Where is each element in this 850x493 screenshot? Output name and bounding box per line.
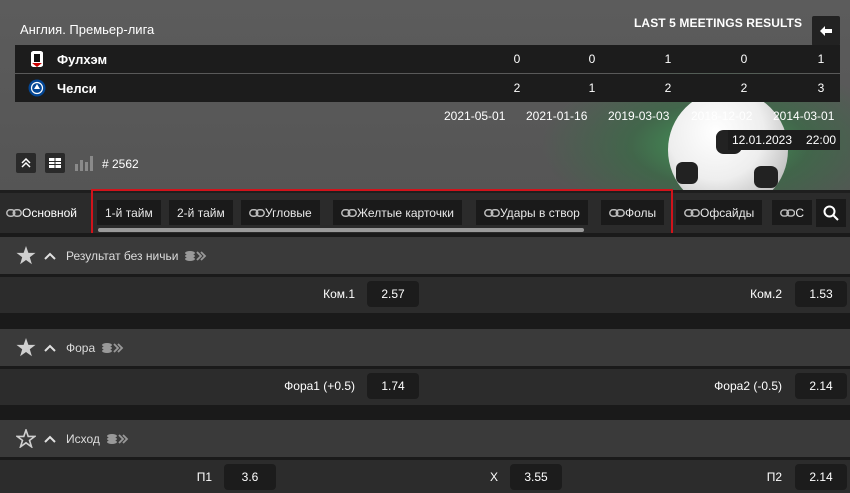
odds-button[interactable]: 2.14 [795, 464, 847, 490]
chevron-up-icon[interactable] [44, 252, 56, 260]
market-title: Исход [66, 431, 100, 446]
star-filled-icon[interactable] [16, 338, 36, 357]
score-cell: 1 [664, 52, 672, 66]
chelsea-logo-icon [28, 79, 46, 97]
table-icon [49, 158, 61, 168]
market-header[interactable]: Фора [0, 329, 850, 366]
odds-row: Ком.1 2.57 Ком.2 1.53 [0, 277, 850, 313]
coins-arrow-icon [106, 433, 129, 444]
meeting-date: 2021-01-16 [526, 109, 588, 123]
score-cell: 1 [588, 81, 596, 95]
match-header: Англия. Премьер-лига LAST 5 MEETINGS RES… [0, 0, 850, 190]
meeting-date: 2019-03-03 [608, 109, 670, 123]
star-filled-icon[interactable] [16, 246, 36, 265]
meeting-date: 2021-05-01 [444, 109, 506, 123]
odds-button[interactable]: 3.6 [224, 464, 276, 490]
team-name-home: Фулхэм [57, 51, 108, 67]
chevron-up-icon[interactable] [44, 344, 56, 352]
odds-button[interactable]: 3.55 [510, 464, 562, 490]
tab-offsides[interactable]: Офсайды [676, 200, 763, 225]
score-cell: 1 [817, 52, 825, 66]
match-date: 12.01.2023 [731, 133, 793, 147]
team-name-away: Челси [57, 80, 97, 96]
statistics-button[interactable] [75, 155, 93, 176]
bar-chart-icon [75, 156, 93, 171]
outcome-label: П2 [766, 470, 782, 484]
odds-button[interactable]: 2.57 [367, 281, 419, 307]
collapse-header-button[interactable] [16, 153, 36, 173]
outcome-label: Ком.2 [750, 287, 782, 301]
market-header[interactable]: Результат без ничьи [0, 237, 850, 274]
odds-button[interactable]: 1.53 [795, 281, 847, 307]
score-cell: 3 [817, 81, 825, 95]
outcome-label: Ком.1 [323, 287, 355, 301]
coins-arrow-icon [185, 250, 207, 261]
meeting-date: 2018-12-02 [691, 109, 753, 123]
score-cell: 2 [513, 81, 521, 95]
meeting-date: 2014-03-01 [773, 109, 835, 123]
search-button[interactable] [816, 199, 846, 227]
score-cell: 0 [588, 52, 596, 66]
outcome-label: X [489, 470, 498, 484]
score-cell: 2 [664, 81, 672, 95]
odds-button[interactable]: 2.14 [795, 373, 847, 399]
match-time: 22:00 [806, 133, 837, 147]
outcome-label: Фора2 (-0.5) [714, 379, 782, 393]
market-header[interactable]: Исход [0, 420, 850, 457]
back-button[interactable] [812, 16, 840, 46]
score-cell: 0 [740, 52, 748, 66]
meetings-title: LAST 5 MEETINGS RESULTS [634, 16, 803, 30]
search-icon [823, 205, 839, 221]
outcome-label: П1 [196, 470, 212, 484]
table-view-button[interactable] [45, 153, 65, 173]
link-icon [684, 208, 700, 217]
arrow-left-icon [820, 26, 832, 36]
score-cell: 2 [740, 81, 748, 95]
league-name: Англия. Премьер-лига [20, 22, 155, 37]
market-title: Фора [66, 340, 96, 355]
team-row-home: Фулхэм 0 0 1 0 1 [15, 45, 840, 73]
highlight-box [91, 189, 673, 236]
tab-label: С [795, 205, 804, 220]
odds-row: П1 3.6 X 3.55 П2 2.14 [0, 460, 850, 493]
chevron-up-icon[interactable] [44, 435, 56, 443]
tab-label: Офсайды [700, 205, 755, 220]
outcome-label: Фора1 (+0.5) [284, 379, 355, 393]
tab-more[interactable]: С [772, 200, 812, 225]
team-row-away: Челси 2 1 2 2 3 [15, 74, 840, 102]
tab-label: Основной [22, 205, 78, 220]
odds-row: Фора1 (+0.5) 1.74 Фора2 (-0.5) 2.14 [0, 369, 850, 405]
double-chevron-up-icon [21, 158, 31, 168]
market-title: Результат без ничьи [66, 248, 179, 263]
score-cell: 0 [513, 52, 521, 66]
coins-arrow-icon [102, 342, 124, 353]
game-id: # 2562 [102, 157, 139, 171]
star-outline-icon[interactable] [16, 429, 36, 448]
odds-button[interactable]: 1.74 [367, 373, 419, 399]
match-datetime: 12.01.2023 22:00 [728, 130, 840, 150]
tab-main[interactable]: Основной [0, 200, 85, 225]
fulham-logo-icon [31, 51, 43, 67]
link-icon [780, 208, 796, 217]
link-icon [6, 208, 22, 217]
